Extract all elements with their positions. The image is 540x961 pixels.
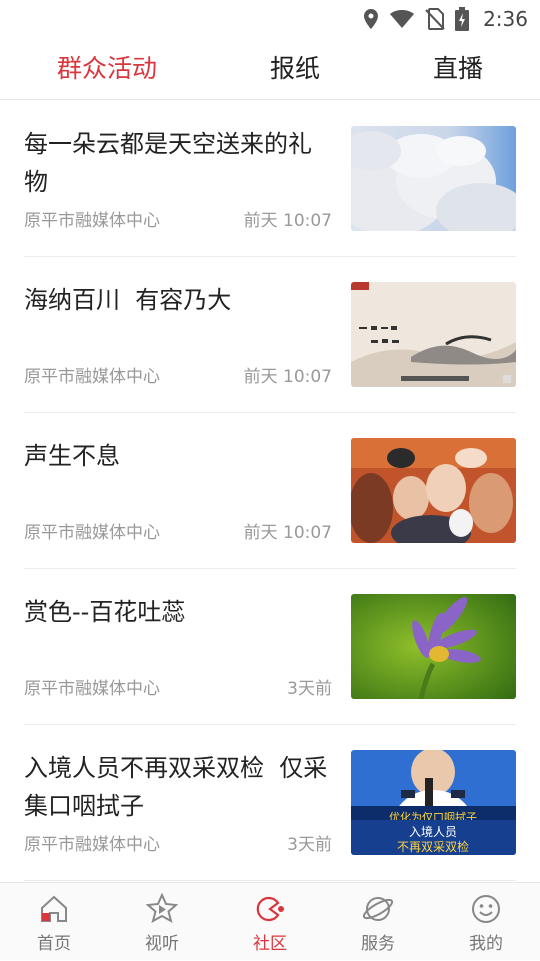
nav-community[interactable]: 社区: [216, 883, 324, 961]
list-item[interactable]: 赏色--百花吐蕊 原平市融媒体中心 3天前: [24, 569, 516, 725]
no-sim-icon: [425, 8, 445, 30]
nav-label: 视听: [145, 934, 179, 954]
item-source: 原平市融媒体中心: [24, 523, 160, 543]
smiley-icon: [472, 895, 500, 923]
item-source: 原平市融媒体中心: [24, 835, 160, 855]
thumb-caption-line2: 不再双采双检: [397, 839, 469, 854]
location-icon: [363, 8, 379, 30]
item-title: 每一朵云都是天空送来的礼物: [24, 130, 312, 196]
nav-service[interactable]: 服务: [324, 883, 432, 961]
status-bar: 2:36: [0, 0, 540, 38]
list-item[interactable]: 声生不息 原平市融媒体中心 前天 10:07: [24, 413, 516, 569]
home-icon: [41, 895, 67, 922]
nav-label: 服务: [361, 934, 395, 954]
top-tab-bar: 群众活动 报纸 直播: [0, 38, 540, 100]
nav-av[interactable]: 视听: [108, 883, 216, 961]
status-time: 2:36: [483, 7, 528, 31]
water-lily-thumbnail: [351, 594, 516, 699]
nav-label: 首页: [37, 934, 71, 954]
list-item[interactable]: 入境人员不再双采双检 仅采集口咽拭子 原平市融媒体中心 3天前 优化为仅口咽拭子…: [24, 725, 516, 881]
battery-charging-icon: [455, 7, 470, 31]
tab-live[interactable]: 直播: [396, 38, 520, 100]
item-time: 3天前: [287, 679, 332, 699]
bottom-navigation: 首页 视听 社区 服务 我的: [0, 882, 540, 960]
item-title: 赏色--百花吐蕊: [24, 598, 186, 626]
item-time: 前天 10:07: [243, 211, 332, 231]
item-source: 原平市融媒体中心: [24, 211, 160, 231]
item-title: 入境人员不再双采双检 仅采集口咽拭子: [24, 754, 328, 820]
nav-profile[interactable]: 我的: [432, 883, 540, 961]
thumb-caption-line1: 入境人员: [409, 824, 457, 839]
nav-home[interactable]: 首页: [0, 883, 108, 961]
planet-icon: [362, 897, 394, 921]
clouds-thumbnail: [351, 126, 516, 231]
tab-mass-activities[interactable]: 群众活动: [24, 38, 190, 100]
nav-label: 社区: [253, 934, 287, 954]
wifi-icon: [389, 9, 415, 29]
item-time: 3天前: [287, 835, 332, 855]
crowd-thumbnail: [351, 438, 516, 543]
item-time: 前天 10:07: [243, 523, 332, 543]
item-source: 原平市融媒体中心: [24, 679, 160, 699]
tab-newspaper[interactable]: 报纸: [232, 38, 358, 100]
calligraphy-landscape-thumbnail: [351, 282, 516, 387]
press-conference-thumbnail: 优化为仅口咽拭子 入境人员 不再双采双检: [351, 750, 516, 855]
list-item[interactable]: 海纳百川 有容乃大 原平市融媒体中心 前天 10:07: [24, 257, 516, 413]
item-title: 声生不息: [24, 442, 120, 470]
news-feed: 每一朵云都是天空送来的礼物 原平市融媒体中心 前天 10:07 海纳百川 有容乃…: [0, 101, 540, 881]
nav-label: 我的: [469, 934, 503, 954]
community-icon: [256, 896, 284, 922]
list-item[interactable]: 每一朵云都是天空送来的礼物 原平市融媒体中心 前天 10:07: [24, 101, 516, 257]
item-time: 前天 10:07: [243, 367, 332, 387]
play-star-icon: [146, 893, 178, 924]
item-source: 原平市融媒体中心: [24, 367, 160, 387]
item-title: 海纳百川 有容乃大: [24, 286, 232, 314]
